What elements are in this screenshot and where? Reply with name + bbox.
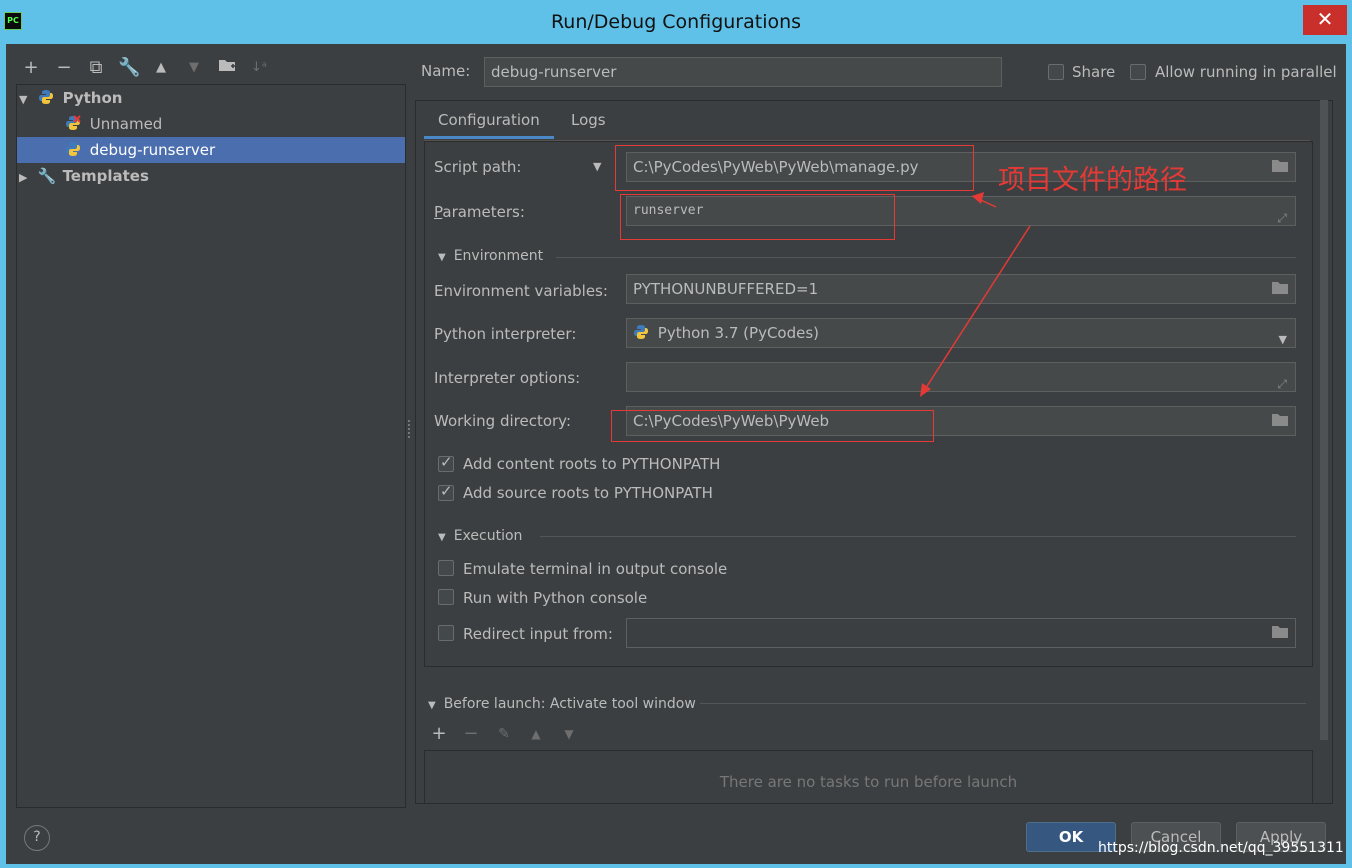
- watermark-text: https://blog.csdn.net/qq_39551311: [1098, 840, 1344, 856]
- window-border-right: [1346, 44, 1352, 868]
- allow-parallel-checkbox[interactable]: [1130, 64, 1146, 80]
- add-source-roots-label: Add source roots to PYTHONPATH: [463, 484, 713, 502]
- script-type-dropdown-icon[interactable]: ▼: [593, 160, 601, 173]
- remove-icon[interactable]: −: [53, 57, 75, 79]
- before-launch-label: Before launch: Activate tool window: [443, 696, 696, 712]
- run-python-console-label: Run with Python console: [463, 589, 648, 607]
- collapse-arrow-icon[interactable]: ▼: [438, 532, 446, 543]
- parameters-label: Parameters:: [434, 203, 525, 221]
- configurations-tree: ▼ Python Unnamed debug-runserver ▶ 🔧 Tem…: [16, 84, 406, 808]
- name-input[interactable]: debug-runserver: [484, 57, 1002, 87]
- add-content-roots-label: Add content roots to PYTHONPATH: [463, 455, 721, 473]
- run-python-console-checkbox[interactable]: [438, 589, 454, 605]
- collapse-arrow-icon[interactable]: ▶: [19, 165, 33, 191]
- tab-configuration[interactable]: Configuration: [424, 111, 554, 139]
- interp-options-label: Interpreter options:: [434, 369, 581, 387]
- env-vars-label: Environment variables:: [434, 282, 608, 300]
- move-task-up-icon[interactable]: ▲: [525, 723, 547, 745]
- copy-icon[interactable]: ⧉: [85, 57, 107, 79]
- python-error-icon: [66, 115, 81, 130]
- environment-label: Environment: [453, 248, 544, 264]
- remove-task-icon[interactable]: −: [460, 723, 482, 745]
- allow-parallel-label: Allow running in parallel: [1155, 63, 1337, 81]
- tree-item-python[interactable]: ▼ Python: [19, 85, 407, 111]
- move-task-down-icon[interactable]: ▼: [558, 723, 580, 745]
- interpreter-value: Python 3.7 (PyCodes): [657, 324, 820, 342]
- folder-icon[interactable]: [1271, 159, 1289, 173]
- script-path-label: Script path:: [434, 158, 522, 176]
- wrench-icon: 🔧: [37, 167, 57, 185]
- redirect-input-label: Redirect input from:: [463, 625, 613, 643]
- tree-label-templates: Templates: [62, 167, 149, 185]
- add-icon[interactable]: +: [20, 57, 42, 79]
- window-border-bottom: [0, 864, 1352, 868]
- python-icon: [634, 325, 648, 339]
- tree-item-unnamed[interactable]: Unnamed: [65, 111, 407, 137]
- edit-task-icon[interactable]: ✎: [493, 723, 515, 745]
- window-title: Run/Debug Configurations: [550, 11, 802, 33]
- before-launch-list: There are no tasks to run before launch: [424, 750, 1313, 804]
- tree-label-debug-runserver: debug-runserver: [89, 141, 216, 159]
- annotation-box-workdir: [611, 410, 934, 442]
- expand-icon[interactable]: ⤢: [1277, 204, 1287, 225]
- scrollbar[interactable]: [1320, 100, 1328, 740]
- tree-label-unnamed: Unnamed: [89, 115, 163, 133]
- before-launch-separator: [700, 703, 1306, 704]
- tree-item-templates[interactable]: ▶ 🔧 Templates: [19, 163, 407, 189]
- python-icon: [38, 90, 53, 104]
- wrench-icon[interactable]: 🔧: [118, 57, 140, 79]
- workdir-label: Working directory:: [434, 412, 572, 430]
- share-checkbox[interactable]: [1048, 64, 1064, 80]
- expand-arrow-icon[interactable]: ▼: [19, 87, 33, 113]
- move-down-icon[interactable]: ▼: [183, 57, 205, 79]
- chevron-down-icon[interactable]: ▼: [1279, 326, 1287, 347]
- environment-section[interactable]: ▼ Environment: [438, 248, 543, 264]
- python-icon: [66, 142, 80, 156]
- add-content-roots-checkbox[interactable]: [438, 453, 454, 472]
- add-task-icon[interactable]: +: [428, 723, 450, 745]
- sort-icon[interactable]: ↓ᵃ: [248, 57, 270, 79]
- expand-icon[interactable]: ⤢: [1277, 370, 1287, 391]
- before-launch-empty: There are no tasks to run before launch: [719, 773, 1018, 791]
- redirect-input-field[interactable]: [626, 618, 1296, 648]
- annotation-arrows: [920, 192, 1031, 397]
- execution-section[interactable]: ▼ Execution: [438, 528, 522, 544]
- redirect-input-checkbox[interactable]: [438, 625, 454, 641]
- window-border-left: [0, 44, 6, 868]
- move-up-icon[interactable]: ▲: [150, 57, 172, 79]
- execution-label: Execution: [453, 528, 523, 544]
- execution-separator: [540, 536, 1296, 537]
- help-button[interactable]: ?: [24, 825, 50, 851]
- folder-add-icon[interactable]: [216, 57, 238, 79]
- tab-logs[interactable]: Logs: [571, 111, 606, 129]
- collapse-arrow-icon[interactable]: ▼: [428, 700, 436, 711]
- close-button[interactable]: ✕: [1303, 5, 1347, 35]
- annotation-box-parameters: [620, 194, 895, 240]
- tree-label-python: Python: [62, 89, 123, 107]
- name-label: Name:: [421, 62, 471, 80]
- emulate-terminal-label: Emulate terminal in output console: [463, 560, 728, 578]
- title-bar: Run/Debug Configurations: [0, 0, 1352, 44]
- pycharm-icon: PC: [4, 12, 22, 30]
- collapse-arrow-icon[interactable]: ▼: [438, 252, 446, 263]
- folder-icon[interactable]: [1271, 413, 1289, 427]
- env-vars-value: PYTHONUNBUFFERED=1: [633, 280, 819, 298]
- interpreter-label: Python interpreter:: [434, 325, 577, 343]
- before-launch-section[interactable]: ▼ Before launch: Activate tool window: [428, 696, 696, 712]
- add-source-roots-checkbox[interactable]: [438, 482, 454, 501]
- splitter-handle[interactable]: [408, 420, 412, 438]
- folder-icon[interactable]: [1271, 281, 1289, 295]
- folder-icon[interactable]: [1271, 625, 1289, 639]
- tree-item-debug-runserver[interactable]: debug-runserver: [17, 137, 405, 163]
- emulate-terminal-checkbox[interactable]: [438, 560, 454, 576]
- share-label: Share: [1072, 63, 1116, 81]
